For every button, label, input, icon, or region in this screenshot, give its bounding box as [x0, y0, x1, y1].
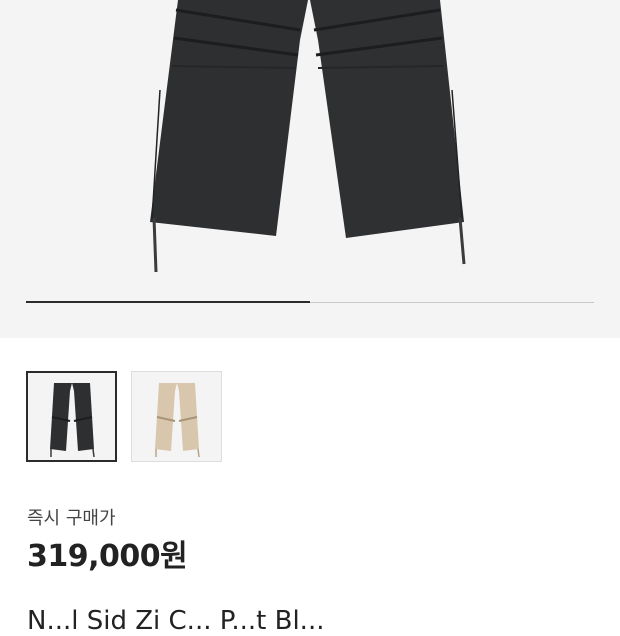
price-label: 즉시 구매가 [27, 508, 116, 529]
thumbnail-black[interactable] [26, 371, 117, 462]
thumbnail-list [26, 371, 222, 462]
product-main-image [150, 0, 466, 273]
carousel-progress-track [26, 301, 594, 303]
carousel-progress-fill [26, 301, 310, 303]
thumbnail-beige[interactable] [131, 371, 222, 462]
price-value: 319,000원 [27, 539, 188, 574]
pants-thumbnail-image-beige [154, 382, 200, 457]
pants-thumbnail-image-black [49, 382, 95, 457]
product-image-carousel[interactable] [0, 0, 620, 338]
product-title: N...l Sid Zi C... P...t Bl... [27, 606, 325, 636]
